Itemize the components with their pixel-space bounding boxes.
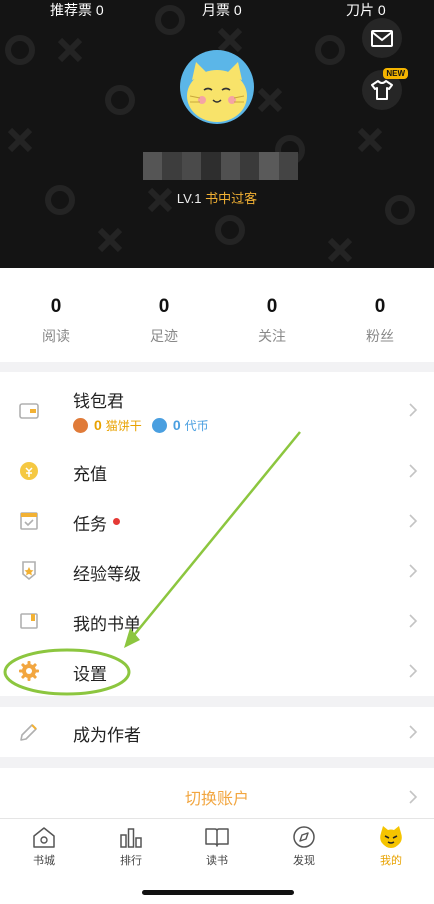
cat-face-icon [380, 826, 402, 848]
bar-chart-icon [120, 828, 142, 848]
wallet-balances: 0 猫饼干 0 代币 [73, 416, 209, 434]
menu-item-recharge[interactable]: 充值 [0, 446, 434, 496]
tab-label: 读书 [206, 854, 228, 867]
menu-item-wallet[interactable]: 钱包君 0 猫饼干 0 代币 [0, 372, 434, 446]
chevron-right-icon [409, 403, 418, 417]
counter-value: 0 [374, 296, 386, 317]
monthly-ticket-count[interactable]: 月票 0 [202, 0, 242, 20]
profile-header: NEW LV.1 书中过客 推荐票 0 月票 0 刀片 0 [0, 0, 434, 268]
switch-account-label: 切换账户 [184, 789, 249, 808]
avatar[interactable] [180, 50, 254, 124]
mail-icon [371, 29, 393, 47]
tab-label: 我的 [380, 854, 402, 867]
counter-reading[interactable]: 0 阅读 [16, 296, 96, 346]
open-book-icon [205, 828, 229, 847]
new-badge: NEW [383, 68, 408, 79]
counter-label: 关注 [258, 329, 286, 345]
recharge-label: 充值 [73, 465, 107, 485]
activity-counters: 0 阅读 0 足迹 0 关注 0 粉丝 [0, 268, 434, 362]
home-indicator [142, 890, 294, 895]
menu-item-settings[interactable]: 设置 [0, 646, 434, 696]
menu-list: 钱包君 0 猫饼干 0 代币 充值 任务 经验等级 我的书单 设置 [0, 372, 434, 696]
house-icon [33, 827, 55, 848]
token-unit: 代币 [184, 418, 209, 433]
chevron-right-icon [409, 664, 418, 678]
menu-item-experience-level[interactable]: 经验等级 [0, 546, 434, 596]
user-level[interactable]: LV.1 书中过客 [0, 188, 434, 207]
counter-value: 0 [158, 296, 170, 317]
tab-label: 发现 [293, 854, 315, 867]
tab-discover[interactable]: 发现 [269, 825, 339, 868]
compass-icon [293, 826, 315, 848]
level-number: LV.1 [176, 191, 202, 206]
username-blurred [143, 152, 298, 180]
blade-count[interactable]: 刀片 0 [346, 0, 386, 20]
medal-icon [22, 561, 36, 581]
menu-item-my-booklist[interactable]: 我的书单 [0, 596, 434, 646]
counter-label: 阅读 [42, 329, 70, 345]
switch-account-row[interactable]: 切换账户 [0, 768, 434, 818]
tab-ranking[interactable]: 排行 [96, 825, 166, 868]
pen-icon [20, 724, 37, 741]
tshirt-icon [371, 80, 393, 100]
gear-icon [19, 661, 39, 681]
tasks-label: 任务 [73, 515, 107, 535]
message-button[interactable] [362, 18, 402, 58]
counter-following[interactable]: 0 关注 [232, 296, 312, 346]
counter-value: 0 [50, 296, 62, 317]
cat-avatar-icon [180, 50, 254, 124]
tab-bookstore[interactable]: 书城 [9, 825, 79, 868]
settings-label: 设置 [73, 665, 107, 685]
cat-biscuit-icon [73, 417, 88, 433]
chevron-right-icon [409, 514, 418, 528]
counter-label: 粉丝 [366, 329, 394, 345]
recommend-ticket-count[interactable]: 推荐票 0 [50, 0, 104, 20]
chevron-right-icon [409, 464, 418, 478]
token-coin-icon [151, 417, 167, 433]
tab-mine[interactable]: 我的 [356, 825, 426, 868]
become-author-row[interactable]: 成为作者 [0, 707, 434, 757]
cat-biscuit-value: 0 [94, 417, 102, 433]
chevron-right-icon [409, 790, 418, 804]
menu-item-tasks[interactable]: 任务 [0, 496, 434, 546]
counter-footprint[interactable]: 0 足迹 [124, 296, 204, 346]
checklist-icon [20, 512, 38, 530]
experience-label: 经验等级 [73, 565, 141, 585]
tab-reading[interactable]: 读书 [182, 825, 252, 868]
cat-biscuit-unit: 猫饼干 [105, 418, 142, 433]
wallet-label: 钱包君 [73, 392, 124, 412]
tab-label: 书城 [33, 854, 55, 867]
counter-value: 0 [266, 296, 278, 317]
tab-label: 排行 [120, 854, 142, 867]
counter-fans[interactable]: 0 粉丝 [340, 296, 420, 346]
chevron-right-icon [409, 614, 418, 628]
booklist-label: 我的书单 [73, 615, 141, 635]
notification-dot [113, 518, 120, 525]
become-author-label: 成为作者 [73, 726, 141, 746]
wallet-icon [19, 403, 39, 419]
counter-label: 足迹 [150, 329, 178, 345]
book-icon [20, 613, 38, 629]
coin-icon [20, 462, 38, 480]
chevron-right-icon [409, 564, 418, 578]
chevron-right-icon [409, 725, 418, 739]
level-title: 书中过客 [205, 191, 258, 206]
token-value: 0 [172, 417, 181, 433]
dress-up-button[interactable]: NEW [362, 68, 408, 110]
